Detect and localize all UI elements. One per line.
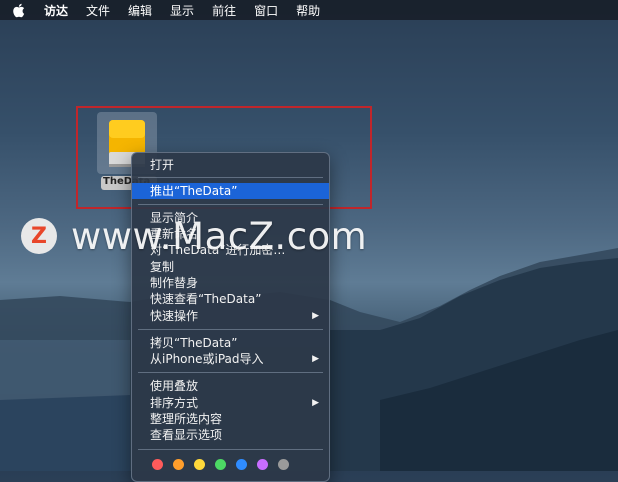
menu-item-copy[interactable]: 拷贝“TheData” [132,335,329,351]
menu-item-quick-actions[interactable]: 快速操作 ▶ [132,308,329,324]
context-menu: 打开 推出“TheData” 显示简介 重新命名 对“TheData”进行加密…… [131,152,330,482]
tag-blue-dot[interactable] [236,459,247,470]
menu-separator [138,204,323,205]
submenu-arrow-icon: ▶ [312,354,319,364]
menu-separator [138,372,323,373]
menu-item-show-view-options[interactable]: 查看显示选项 [132,427,329,443]
menu-item-label: 制作替身 [150,276,199,290]
watermark: Z www.MacZ.com [21,214,367,258]
menu-go[interactable]: 前往 [212,2,236,19]
menu-item-label: 查看显示选项 [150,428,223,442]
menu-item-make-alias[interactable]: 制作替身 [132,275,329,291]
menu-item-sort-by[interactable]: 排序方式 ▶ [132,395,329,411]
menu-item-label: 使用叠放 [150,379,199,393]
menu-item-quick-look[interactable]: 快速查看“TheData” [132,291,329,307]
menu-item-duplicate[interactable]: 复制 [132,259,329,275]
menu-bar: 访达 文件 编辑 显示 前往 窗口 帮助 [0,0,618,20]
menu-separator [138,449,323,450]
submenu-arrow-icon: ▶ [312,398,319,408]
menu-separator [138,177,323,178]
menu-item-use-stacks[interactable]: 使用叠放 [132,378,329,394]
menu-item-label: 从iPhone或iPad导入 [150,352,264,366]
menu-item-clean-up-selection[interactable]: 整理所选内容 [132,411,329,427]
menu-item-label: 快速操作 [150,309,199,323]
menu-item-open[interactable]: 打开 [132,157,329,173]
submenu-arrow-icon: ▶ [312,311,319,321]
menu-item-label: 推出“TheData” [150,184,238,198]
menu-edit[interactable]: 编辑 [128,2,152,19]
tag-orange-dot[interactable] [173,459,184,470]
tag-red-dot[interactable] [152,459,163,470]
menu-separator [138,329,323,330]
menu-item-label: 快速查看“TheData” [150,292,262,306]
tag-yellow-dot[interactable] [194,459,205,470]
menu-view[interactable]: 显示 [170,2,194,19]
macz-logo-icon: Z [21,218,57,254]
menu-item-label: 排序方式 [150,396,199,410]
tag-purple-dot[interactable] [257,459,268,470]
menu-finder[interactable]: 访达 [44,2,68,19]
menu-window[interactable]: 窗口 [254,2,278,19]
menu-item-label: 整理所选内容 [150,412,223,426]
tag-gray-dot[interactable] [278,459,289,470]
menu-item-label: 打开 [150,158,175,172]
menu-item-label: 复制 [150,260,175,274]
menu-file[interactable]: 文件 [86,2,110,19]
watermark-text: www.MacZ.com [71,214,368,258]
menu-item-label: 拷贝“TheData” [150,336,238,350]
menu-item-eject[interactable]: 推出“TheData” [132,183,329,199]
watermark-logo-letter: Z [31,223,47,249]
apple-logo-icon[interactable] [12,2,26,18]
tag-green-dot[interactable] [215,459,226,470]
menu-help[interactable]: 帮助 [296,2,320,19]
menu-item-import-from-iphone[interactable]: 从iPhone或iPad导入 ▶ [132,351,329,367]
